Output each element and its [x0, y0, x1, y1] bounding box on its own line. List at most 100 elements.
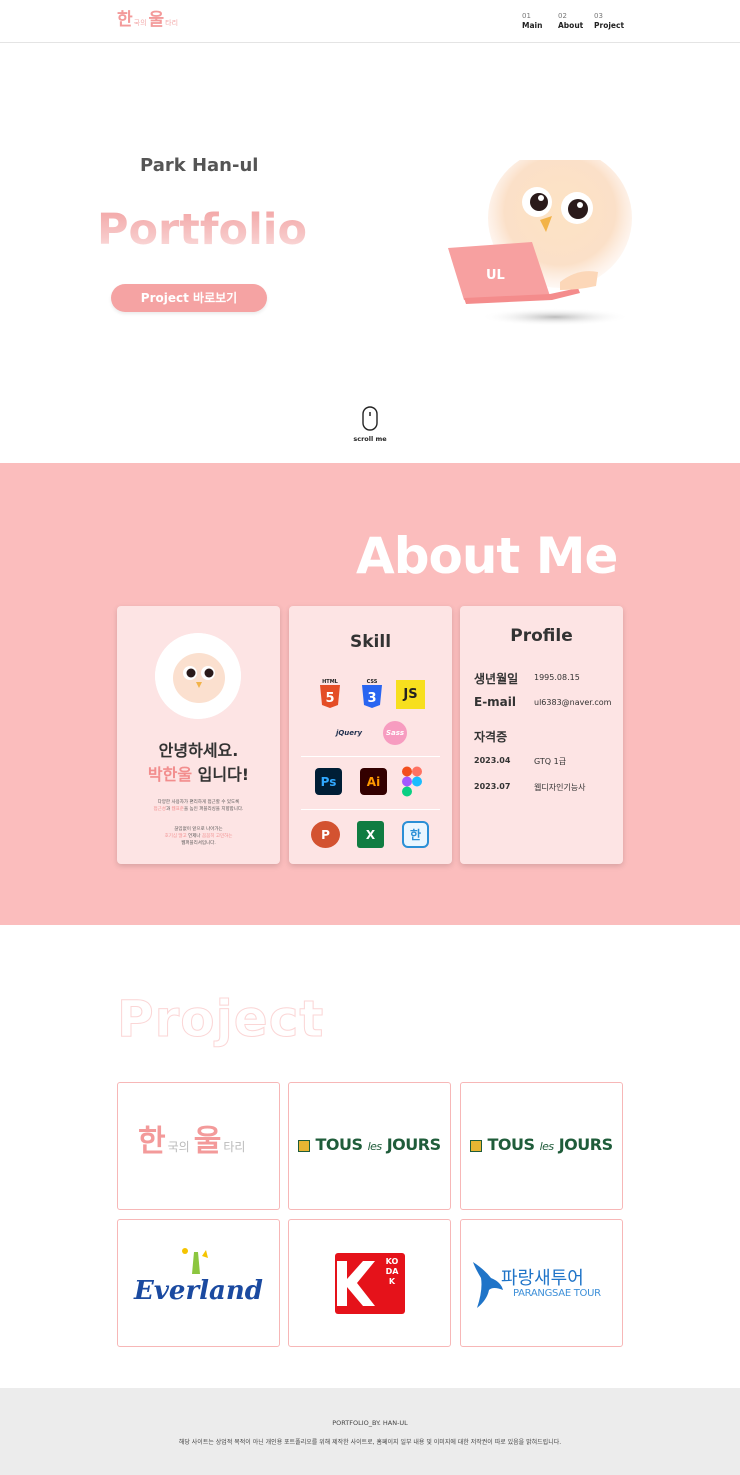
cert-name: 웹디자인기능사 — [534, 783, 586, 792]
logo-word: les — [539, 1140, 555, 1153]
about-title: About Me — [356, 527, 618, 585]
skill-card: Skill HTML 5 CSS 3 JS jQuery Sass Ps Ai P … — [289, 606, 452, 864]
hero-title: Portfolio — [97, 205, 308, 255]
bluebird-icon — [473, 1262, 503, 1308]
html5-icon: HTML 5 — [318, 677, 342, 708]
logo-word: TOUS — [315, 1135, 363, 1154]
kodak-wordmark: KODAK — [385, 1257, 399, 1286]
owner-name: 박한울 — [147, 765, 193, 784]
cert-date: 2023.04 — [474, 756, 511, 765]
mouse-scroll-icon — [362, 406, 378, 431]
intro-card: 안녕하세요. 박한울 입니다! 다양한 사용자가 편리하게 접근할 수 있도록 … — [117, 606, 280, 864]
footer-notice: 해당 사이트는 상업적 목적이 아닌 개인용 포트폴리오를 위해 제작한 사이트… — [178, 1439, 562, 1446]
logo-small-1: 국의 — [167, 1140, 190, 1154]
intro-text: 접근성과 웹표준을 높인 퍼블리싱을 지향합니다. — [127, 806, 270, 813]
svg-text:CSS: CSS — [367, 679, 378, 685]
intro-text: 언제나 — [186, 834, 202, 839]
cert-date: 2023.07 — [474, 782, 511, 791]
skill-divider — [301, 809, 440, 810]
hero-name: Park Han-ul — [140, 155, 259, 176]
nav-project[interactable]: 03 Project — [594, 12, 634, 30]
nav-label: Project — [594, 21, 625, 30]
birth-value: 1995.08.15 — [534, 673, 580, 682]
hanul-logo: 한 국의 울 타리 — [138, 1125, 245, 1159]
logo-char-2: 울 — [148, 10, 165, 30]
nav-number: 01 — [522, 12, 531, 20]
intro-text: 다양한 사용자가 편리하게 접근할 수 있도록 — [157, 800, 240, 805]
everland-logo: Everland — [134, 1276, 263, 1306]
intro-text: 호기심 많고 언제나 꼼꼼히 고민하는 — [127, 833, 270, 840]
project-card-parangsae[interactable]: 파랑새투어 PARANGSAE TOUR — [460, 1219, 623, 1347]
logo-word: les — [367, 1140, 383, 1153]
skill-divider — [301, 756, 440, 757]
project-view-button[interactable]: Project 바로보기 — [111, 284, 267, 312]
svg-text:5: 5 — [325, 691, 334, 706]
birth-label: 생년월일 — [474, 672, 519, 686]
intro-text: 을 높인 퍼블리싱을 지향합니다. — [183, 807, 244, 812]
kodak-k-icon — [337, 1261, 375, 1306]
project-card-touslesjours[interactable]: TOUS les JOURS — [288, 1082, 451, 1210]
everland-emblem-icon — [182, 1248, 208, 1274]
logo-word: TOUS — [487, 1135, 535, 1154]
logo-char-1: 한 — [138, 1124, 166, 1159]
powerpoint-icon: P — [311, 821, 340, 848]
parangsae-logo-en: PARANGSAE TOUR — [513, 1288, 601, 1299]
about-section: About Me 안녕하세요. 박한울 입니다! 다양한 사용자가 편리하게 접… — [0, 463, 740, 925]
touslesjours-logo: TOUS les JOURS — [461, 1135, 622, 1154]
profile-card: Profile 생년월일 1995.08.15 E-mail ul6383@na… — [460, 606, 623, 864]
logo-small-1: 국의 — [133, 19, 147, 27]
sass-icon: Sass — [383, 721, 407, 745]
svg-text:3: 3 — [367, 691, 376, 706]
project-card-kodak[interactable]: KODAK — [288, 1219, 451, 1347]
chick-avatar — [155, 633, 241, 719]
logo-word: JOURS — [558, 1135, 613, 1154]
javascript-icon: JS — [396, 680, 425, 709]
highlight: 호기심 많고 — [164, 834, 187, 839]
css3-icon: CSS 3 — [360, 677, 384, 708]
highlight: 접근성 — [153, 807, 166, 812]
illustrator-icon: Ai — [360, 768, 387, 795]
highlight: 웹표준 — [171, 807, 184, 812]
nav-main[interactable]: 01 Main — [522, 12, 557, 30]
touslesjours-logo: TOUS les JOURS — [289, 1135, 450, 1154]
nav-label: About — [558, 21, 584, 30]
highlight: 꼼꼼히 고민하는 — [202, 834, 233, 839]
logo-char-2: 울 — [193, 1124, 222, 1159]
nav-number: 03 — [594, 12, 603, 20]
intro-text: 끊임없이 앞으로 나아가는 — [174, 827, 223, 832]
tlj-emblem-icon — [470, 1139, 483, 1152]
email-value[interactable]: ul6383@naver.com — [534, 698, 611, 707]
project-title: Project — [116, 990, 325, 1049]
figma-icon — [402, 766, 422, 797]
kodak-logo: KODAK — [335, 1253, 405, 1314]
cert-title: 자격증 — [474, 730, 508, 744]
logo-word: JOURS — [386, 1135, 441, 1154]
greeting-line-1: 안녕하세요. — [158, 741, 239, 760]
skill-title: Skill — [349, 632, 392, 652]
logo-small-2: 타리 — [165, 19, 179, 27]
main-nav: 01 Main 02 About 03 Project — [522, 12, 635, 30]
intro-paragraph-2: 끊임없이 앞으로 나아가는 호기심 많고 언제나 꼼꼼히 고민하는 웹퍼블리셔입… — [127, 826, 270, 847]
photoshop-icon: Ps — [315, 768, 342, 795]
footer-credit: PORTFOLIO_BY. HAN-UL — [332, 1419, 408, 1427]
excel-icon: X — [357, 821, 384, 848]
hangul-icon: 한 — [402, 821, 429, 848]
parangsae-logo-ko: 파랑새투어 — [501, 1268, 584, 1289]
cert-name: GTQ 1급 — [534, 757, 567, 766]
project-card-everland[interactable]: Everland — [117, 1219, 280, 1347]
greeting-suffix: 입니다! — [192, 765, 250, 784]
site-header: 한 국의 울 타리 01 Main 02 About 03 Project — [0, 0, 740, 43]
laptop-logo: UL — [486, 268, 505, 283]
chick-laptop-illustration: UL — [448, 160, 632, 326]
nav-number: 02 — [558, 12, 567, 20]
project-card-touslesjours-2[interactable]: TOUS les JOURS — [460, 1082, 623, 1210]
intro-paragraph-1: 다양한 사용자가 편리하게 접근할 수 있도록 접근성과 웹표준을 높인 퍼블리… — [127, 799, 270, 813]
project-card-hanul[interactable]: 한 국의 울 타리 — [117, 1082, 280, 1210]
scroll-label: scroll me — [353, 435, 387, 443]
logo-char-1: 한 — [117, 10, 133, 30]
site-logo[interactable]: 한 국의 울 타리 — [117, 10, 180, 30]
nav-about[interactable]: 02 About — [558, 12, 593, 30]
intro-text: 웹퍼블리셔입니다. — [181, 841, 216, 846]
jquery-icon: jQuery — [335, 729, 363, 737]
site-footer: PORTFOLIO_BY. HAN-UL 해당 사이트는 상업적 목적이 아닌 … — [0, 1388, 740, 1475]
